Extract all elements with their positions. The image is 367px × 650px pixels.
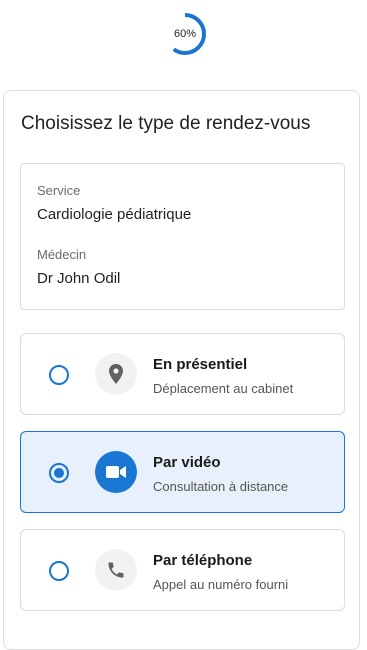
radio-selected-dot <box>54 468 64 478</box>
doctor-value: Dr John Odil <box>37 270 121 287</box>
option-in-person[interactable]: En présentiel Déplacement au cabinet <box>20 333 345 415</box>
option-subtitle: Déplacement au cabinet <box>153 381 294 396</box>
doctor-label: Médecin <box>37 247 87 262</box>
radio-in-person[interactable] <box>49 365 69 385</box>
option-title: En présentiel <box>153 356 248 373</box>
progress-indicator: 60% <box>163 11 207 57</box>
option-video[interactable]: Par vidéo Consultation à distance <box>20 431 345 513</box>
appointment-summary: Service Cardiologie pédiatrique Médecin … <box>20 163 345 310</box>
option-subtitle: Consultation à distance <box>153 479 289 494</box>
radio-video[interactable] <box>49 463 69 483</box>
service-label: Service <box>37 183 81 198</box>
option-title: Par vidéo <box>153 454 221 471</box>
appointment-type-card: Choisissez le type de rendez-vous Servic… <box>3 90 360 650</box>
phone-icon <box>95 549 137 591</box>
video-camera-icon <box>95 451 137 493</box>
option-phone[interactable]: Par téléphone Appel au numéro fourni <box>20 529 345 611</box>
service-value: Cardiologie pédiatrique <box>37 206 192 223</box>
radio-phone[interactable] <box>49 561 69 581</box>
location-pin-icon <box>95 353 137 395</box>
option-subtitle: Appel au numéro fourni <box>153 577 289 592</box>
option-title: Par téléphone <box>153 552 253 569</box>
page-title: Choisissez le type de rendez-vous <box>21 113 311 134</box>
progress-percent: 60% <box>173 28 197 40</box>
